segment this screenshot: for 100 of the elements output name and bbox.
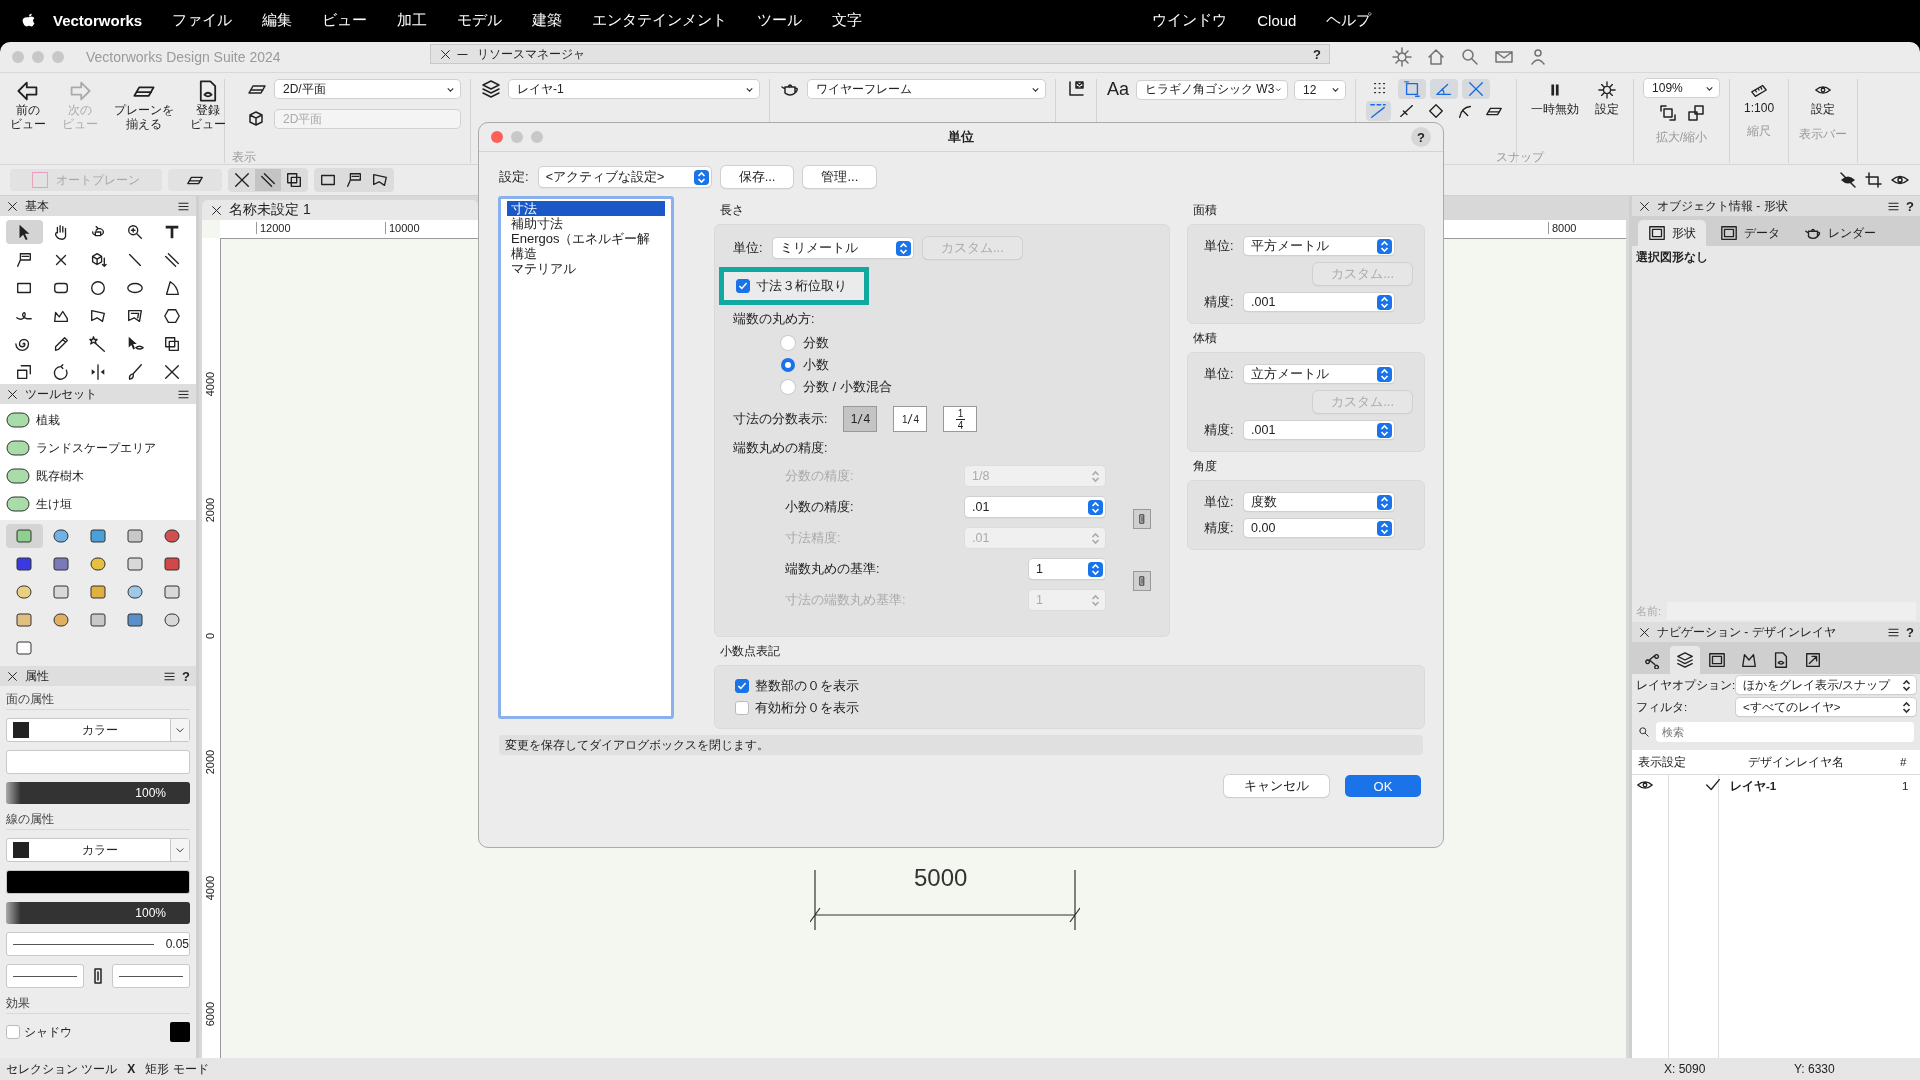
column-header[interactable]: # <box>1900 756 1920 768</box>
precision-select[interactable]: 0.00 <box>1244 519 1394 537</box>
plane-select[interactable]: 2D/平面 <box>275 80 460 98</box>
view-button[interactable]: プレーンを 揃える <box>110 79 178 131</box>
help-button[interactable]: ? <box>1906 624 1914 640</box>
palette-title: 基本 <box>25 197 49 215</box>
precision-select[interactable]: .001 <box>1244 293 1394 311</box>
menu-item[interactable]: ヘルプ <box>1311 10 1387 30</box>
unit-select[interactable]: 平方メートル <box>1244 237 1394 255</box>
menu-item[interactable]: エンタテインメント <box>577 10 743 30</box>
column-header[interactable]: 表示設定 <box>1632 754 1708 770</box>
status-text: セレクション ツール <box>6 1060 118 1078</box>
unit-select[interactable]: 度数 <box>1244 493 1394 511</box>
fill-opacity-slider[interactable]: 100% <box>6 782 190 804</box>
precision-select[interactable]: .001 <box>1244 421 1394 439</box>
help-text: 変更を保存してダイアログボックスを閉じます。 <box>499 735 1423 755</box>
menu-item[interactable]: モデル <box>442 10 518 30</box>
section-title: 体積 <box>1193 330 1218 347</box>
font-size-select[interactable]: 12 <box>1295 80 1346 99</box>
status-message: 選択図形なし <box>1636 250 1709 265</box>
precision-label: 精度: <box>1204 293 1234 311</box>
menu-item[interactable]: ツール <box>742 10 818 30</box>
help-button[interactable]: ? <box>1906 198 1914 214</box>
menu-item[interactable]: 建築 <box>517 10 578 30</box>
font-select[interactable]: ヒラギノ角ゴシック W3 <box>1137 80 1288 99</box>
menu-item[interactable]: Cloud <box>1242 11 1312 29</box>
scale-button[interactable]: 1:100 <box>1740 79 1779 117</box>
ruler-label: 0 <box>204 631 216 642</box>
panel-tab[interactable]: レンダー <box>1794 220 1886 246</box>
section-title: 小数点表記 <box>720 642 781 660</box>
pen-type-select[interactable]: カラー <box>6 838 190 862</box>
unit-label: 単位: <box>733 239 763 257</box>
font-style-button[interactable]: Aa <box>1107 79 1130 100</box>
view-button[interactable]: 登録 ビュー <box>186 79 230 131</box>
ruler-label: 10000 <box>385 222 420 234</box>
length-unit-select[interactable]: ミリメートル <box>773 238 913 258</box>
pause-button[interactable]: 一時無効 <box>1527 79 1584 120</box>
fraction-style-button[interactable]: 1 4 <box>843 406 878 432</box>
unit-select[interactable]: 立方メートル <box>1244 365 1394 383</box>
category-item[interactable]: 補助寸法 <box>507 216 665 231</box>
window-title: Vectorworks Design Suite 2024 <box>86 49 281 65</box>
help-button[interactable]: ? <box>1313 46 1321 62</box>
menu-item[interactable]: ビュー <box>307 10 383 30</box>
help-button[interactable]: ? <box>1411 127 1431 147</box>
settings-select[interactable]: <アクティブな設定> <box>538 167 711 187</box>
zoom-select[interactable]: 109% <box>1644 79 1720 97</box>
category-item[interactable]: 寸法 <box>507 201 665 216</box>
menu-item[interactable]: ウインドウ <box>1137 10 1243 30</box>
decimal-checkbox[interactable]: 整数部の０を表示 <box>735 674 1404 697</box>
three-digit-grouping-checkbox[interactable]: 寸法３桁位取り <box>736 275 847 297</box>
rounding-label: 端数の丸め方: <box>733 311 816 328</box>
manage-button[interactable]: 管理... <box>803 166 877 188</box>
pen-opacity-slider[interactable]: 100% <box>6 902 190 924</box>
toolset-item[interactable]: 植栽 <box>6 406 190 434</box>
option-label: レイヤオプション: <box>1636 677 1732 693</box>
category-item[interactable]: マテリアル <box>507 261 665 276</box>
panel-title: リソースマネージャ <box>477 45 585 63</box>
help-button[interactable]: ? <box>182 668 190 684</box>
category-item[interactable]: Energos（エネルギー解 <box>507 231 665 246</box>
group-label: 拡大/縮小 <box>1655 129 1708 146</box>
fraction-style-button[interactable]: 1 4 <box>943 406 978 432</box>
decimal-checkbox[interactable]: 有効桁分０を表示 <box>735 696 1404 719</box>
menu-item[interactable]: 文字 <box>817 10 878 30</box>
layer-options-select[interactable]: ほかをグレイ表示/スナップ <box>1736 676 1916 694</box>
palette-title: オブジェクト情報 - 形状 <box>1657 197 1788 215</box>
toolset-item[interactable]: 既存樹木 <box>6 462 190 490</box>
precision-select[interactable]: .01 <box>965 497 1105 517</box>
panel-tab[interactable]: データ <box>1710 220 1790 246</box>
y-coordinate: Y: 6330 <box>1794 1062 1836 1076</box>
toolset-item[interactable]: ランドスケープエリア <box>6 434 190 462</box>
menu-item[interactable]: ファイル <box>157 10 248 30</box>
precision-label: 端数丸めの精度: <box>733 440 829 457</box>
search-field[interactable]: 検索 <box>1656 722 1914 742</box>
layer-select[interactable]: レイヤ-1 <box>509 80 759 98</box>
line-weight-select[interactable]: 0.05 <box>6 932 190 956</box>
group-label: スナップ <box>1496 149 1545 166</box>
rounding-radio[interactable]: 分数 <box>781 332 1169 354</box>
cancel-button[interactable]: キャンセル <box>1224 775 1329 797</box>
view-settings-button[interactable]: 設定 <box>1807 79 1840 120</box>
group-label: 表示 <box>232 149 256 166</box>
rounding-radio[interactable]: 分数 / 小数混合 <box>781 376 1169 398</box>
precision-select[interactable]: 1 <box>1029 559 1105 579</box>
column-header[interactable]: デザインレイヤ名 <box>1748 754 1900 770</box>
fill-type-select[interactable]: カラー <box>6 718 190 742</box>
menu-item[interactable]: 編集 <box>247 10 308 30</box>
document-tab[interactable]: 名称未設定 1 <box>202 200 478 220</box>
panel-tab[interactable]: 形状 <box>1638 220 1706 246</box>
rounding-radio[interactable]: 小数 <box>781 354 1169 376</box>
precision-label: 精度: <box>1204 421 1234 439</box>
save-button[interactable]: 保存... <box>720 166 794 188</box>
filter-select[interactable]: <すべてのレイヤ> <box>1736 698 1916 716</box>
render-mode-select[interactable]: ワイヤーフレーム <box>808 80 1045 98</box>
menu-item[interactable]: 加工 <box>382 10 443 30</box>
view-button[interactable]: 前の ビュー <box>6 79 50 131</box>
palette-title: ナビゲーション - デザインレイヤ <box>1657 623 1836 641</box>
category-item[interactable]: 構造 <box>507 246 665 261</box>
snap-settings-button[interactable]: 設定 <box>1591 79 1624 120</box>
app-menu[interactable]: Vectorworks <box>38 11 158 29</box>
ok-button[interactable]: OK <box>1345 775 1421 797</box>
toolset-item[interactable]: 生け垣 <box>6 490 190 518</box>
